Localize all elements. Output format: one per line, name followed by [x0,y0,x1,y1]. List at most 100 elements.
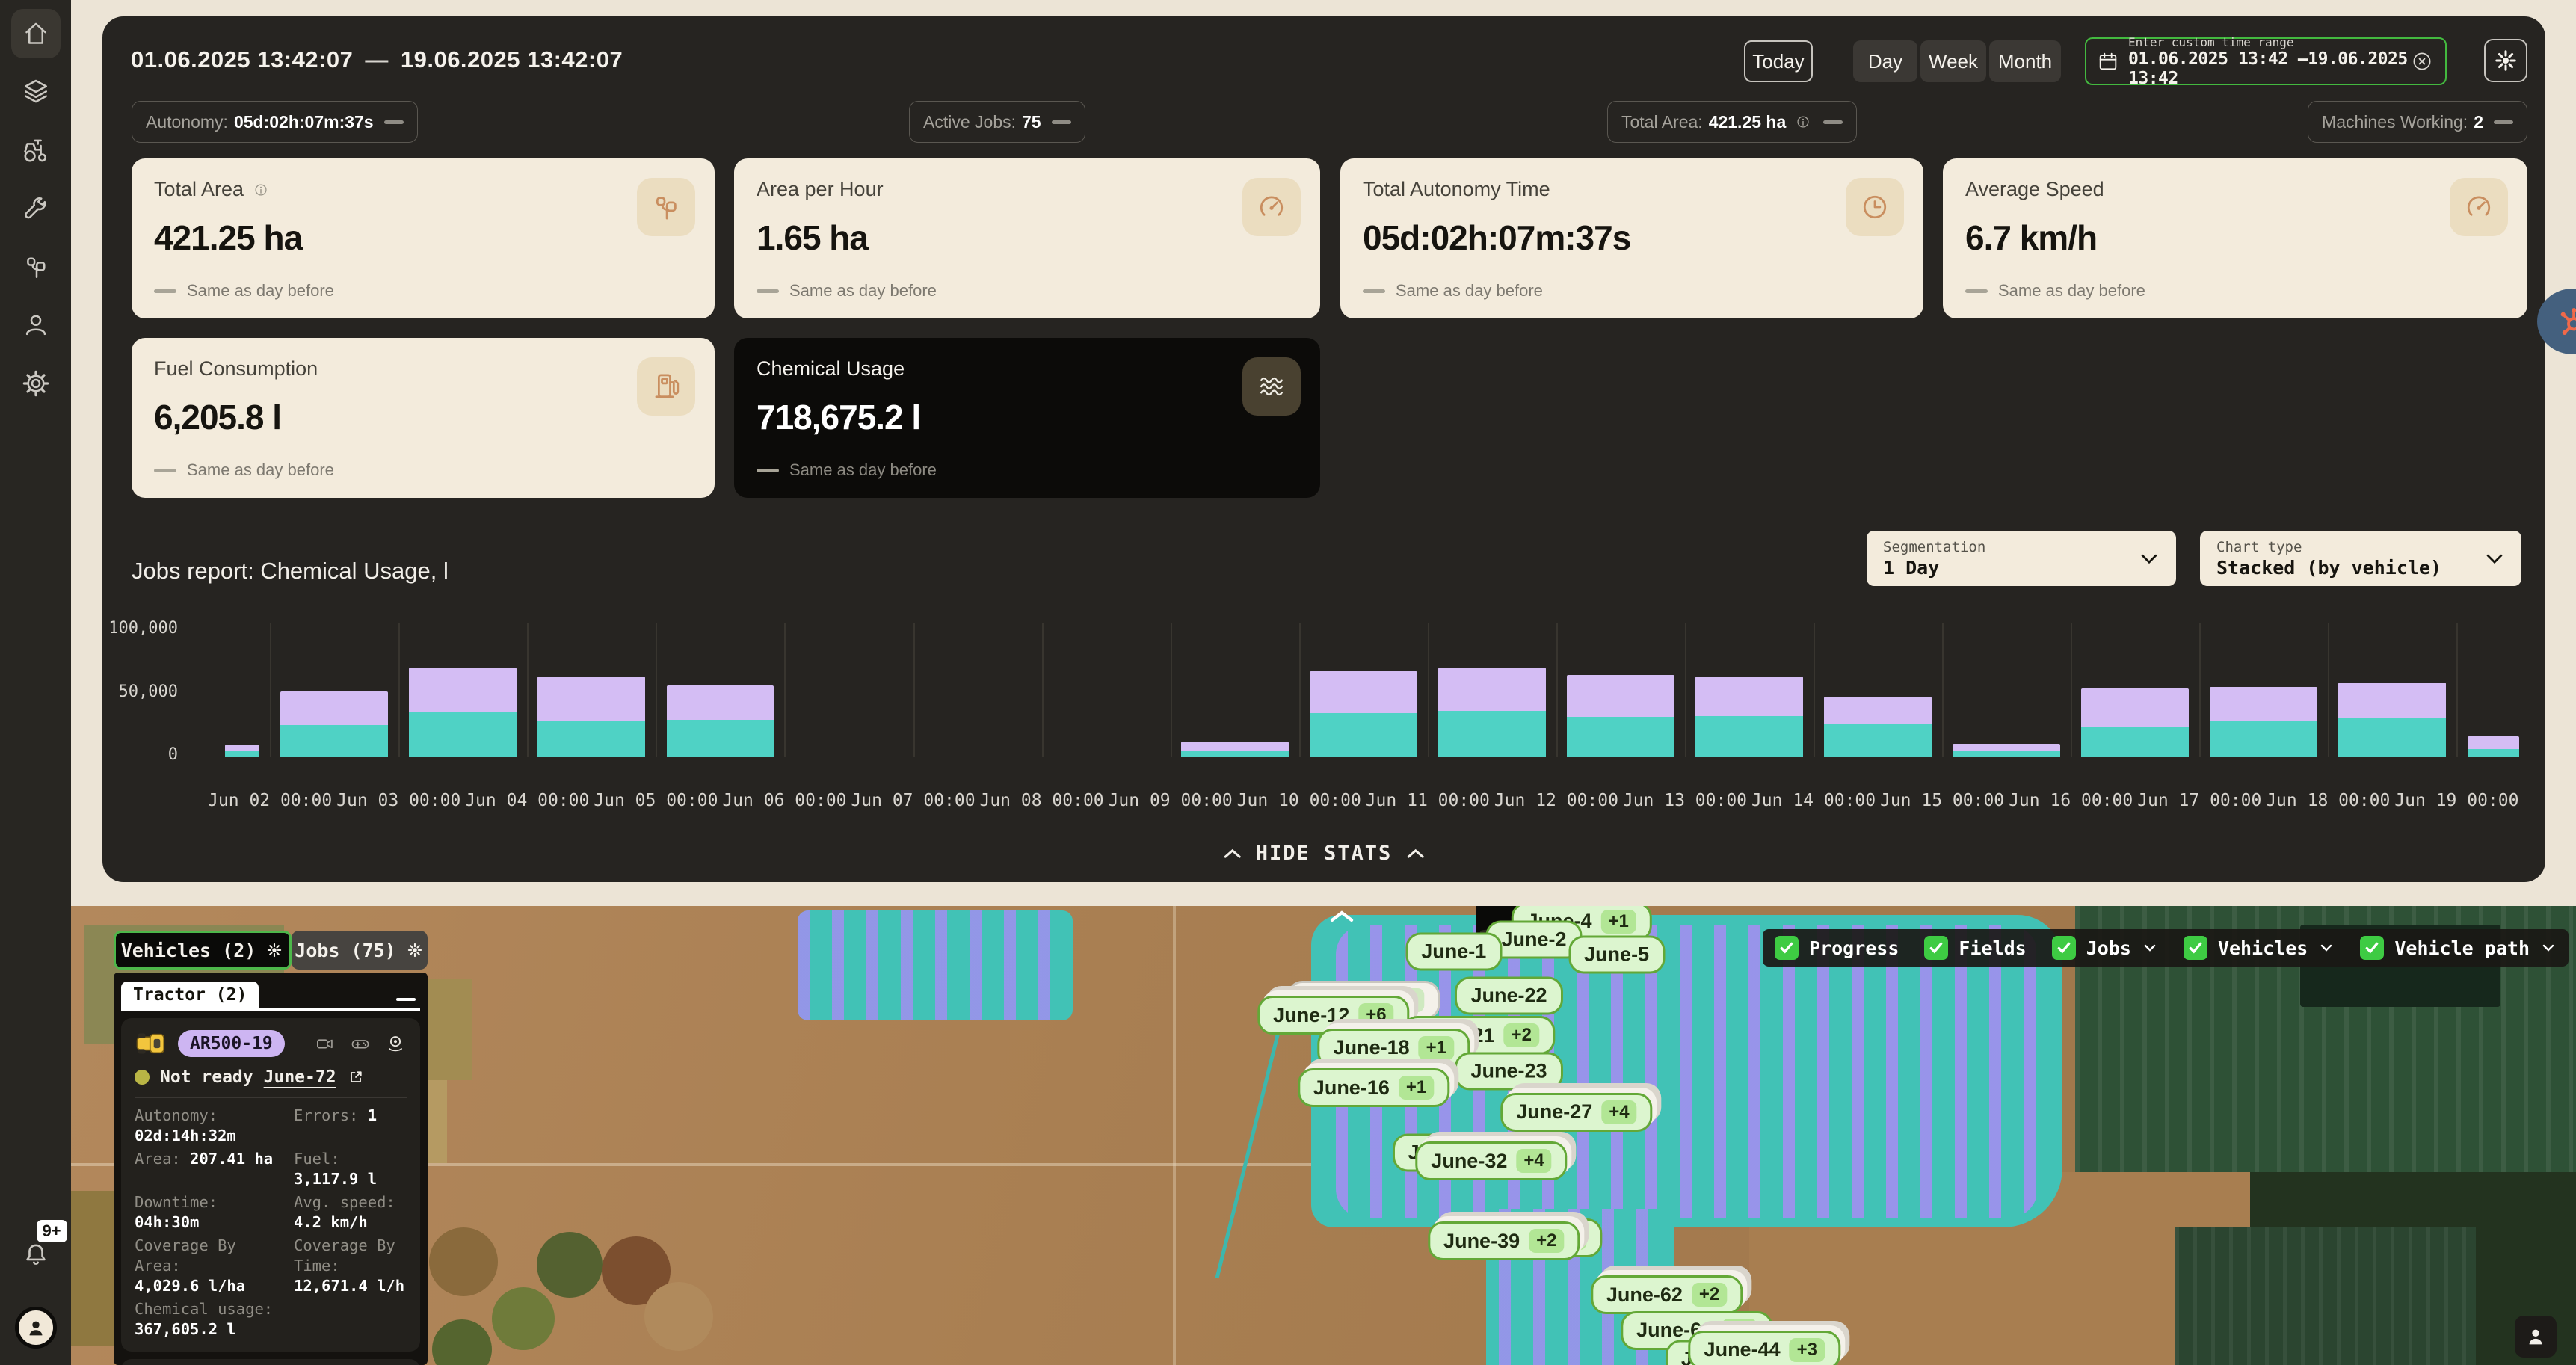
map[interactable]: June-4+1June-2June-1June-5June-22June-14… [71,906,2576,1365]
pill-dash-icon [1052,120,1071,124]
x-axis-tick: Jun 12 00:00 [1494,791,1618,810]
bar-segment-AR500-19 [537,677,645,721]
map-job-label-June-5[interactable]: June-5 [1568,936,1665,974]
today-button[interactable]: Today [1744,40,1813,82]
hide-stats-button[interactable]: HIDE STATS [1223,842,1426,865]
card-title: Total Area [154,178,244,201]
card-title: Chemical Usage [757,357,905,380]
camera-icon[interactable] [314,1034,336,1053]
info-icon[interactable] [1793,112,1813,132]
stat-label: Area: [135,1150,181,1168]
tab-vehicles[interactable]: Vehicles (2) [114,931,292,970]
map-collapse-chevron-icon[interactable] [1328,909,1355,924]
chart-gridline [1556,623,1558,757]
stat-value: 12,671.4 l/h [294,1276,407,1296]
map-job-label-June-32[interactable]: June-32+4 [1415,1141,1567,1180]
user-avatar[interactable] [15,1307,57,1349]
speedometer-icon [1255,191,1288,224]
bar-segment-AR500-20 [2338,718,2446,757]
map-job-label-June-27[interactable]: June-27+4 [1500,1093,1652,1132]
map-crop-circle [644,1282,713,1351]
dashboard-settings-button[interactable] [2484,39,2527,82]
toggle-progress[interactable]: Progress [1775,936,1899,960]
chart-gridline [1171,623,1172,757]
home-icon [21,19,51,49]
notification-badge: 9+ [37,1220,67,1242]
summary-pill-machines-working[interactable]: Machines Working:2 [2308,101,2527,143]
day-button[interactable]: Day [1853,40,1917,82]
map-job-label-June-1[interactable]: June-1 [1405,932,1502,970]
external-link-icon[interactable] [347,1068,365,1086]
bar-segment-AR500-20 [537,721,645,757]
summary-pill-total-area[interactable]: Total Area:421.25 ha [1607,101,1857,143]
gamepad-icon[interactable] [348,1034,372,1053]
map-job-label-June-39[interactable]: June-39+2 [1428,1221,1580,1260]
week-button[interactable]: Week [1920,40,1986,82]
checkbox-checked-icon[interactable] [2184,936,2207,960]
map-crop-circle [537,1232,603,1298]
stat-value: 4,029.6 l/ha [135,1276,288,1296]
gear-icon [21,369,51,398]
toggle-vehicles[interactable]: Vehicles [2184,936,2335,960]
vehicle-card[interactable]: AR500-20 Not ready June-72 Autonomy:02d:… [121,1359,420,1365]
street-view-button[interactable] [2515,1316,2557,1358]
info-icon[interactable] [251,180,271,200]
x-axis-tick: Jun 06 00:00 [722,791,846,810]
job-label-text: June-62 [1606,1284,1683,1307]
x-axis-tick: Jun 03 00:00 [336,791,460,810]
waves-icon [1255,370,1288,403]
job-link[interactable]: June-72 [264,1067,336,1087]
bar-segment-AR500-19 [409,668,517,712]
sidebar-item-settings[interactable] [11,359,61,408]
tab-jobs[interactable]: Jobs (75) [292,931,428,970]
checkbox-checked-icon[interactable] [2052,936,2076,960]
map-job-label-June-18[interactable]: June-18+1 [1318,1029,1470,1067]
toggle-fields[interactable]: Fields [1924,936,2026,960]
sidebar-item-users[interactable] [11,301,61,350]
map-job-label-June-16[interactable]: June-16+1 [1298,1068,1449,1107]
card-value: 718,675.2 l [757,397,1298,437]
sidebar-item-vehicles[interactable] [11,126,61,175]
toggle-vehicle-path[interactable]: Vehicle path [2360,936,2557,960]
stat-value: 1 [368,1106,377,1124]
toggle-jobs[interactable]: Jobs [2052,936,2158,960]
checkbox-checked-icon[interactable] [2360,936,2384,960]
job-label-count-badge: +1 [1419,1036,1454,1060]
checkbox-checked-icon[interactable] [1775,936,1799,960]
x-axis-tick: Jun 04 00:00 [465,791,589,810]
segmentation-dropdown[interactable]: Segmentation1 Day [1867,531,2176,586]
sidebar-item-home[interactable] [11,9,61,58]
checkbox-checked-icon[interactable] [1924,936,1948,960]
month-button[interactable]: Month [1989,40,2061,82]
chart-gridline [1814,623,1815,757]
vehicle-card[interactable]: AR500-19 Not ready June-72 Autonomy:02d:… [121,1018,420,1352]
summary-pill-autonomy[interactable]: Autonomy:05d:02h:07m:37s [132,101,418,143]
notifications-button[interactable]: 9+ [20,1239,52,1271]
job-label-count-badge: +1 [1399,1076,1434,1100]
chart-bar-Jun 09 [1181,742,1289,757]
pill-label: Autonomy: [146,112,228,132]
stat-card-fuel-consumption: Fuel Consumption 6,205.8 l Same as day b… [132,338,715,498]
sidebar-item-layers[interactable] [11,67,61,117]
map-job-label-June-23[interactable]: June-23 [1455,1053,1562,1091]
custom-time-range-input[interactable]: Enter custom time range 01.06.2025 13:42… [2085,37,2447,85]
sidebar-item-maintenance[interactable] [11,184,61,233]
chart-type-dropdown[interactable]: Chart typeStacked (by vehicle) [2200,531,2521,586]
sidebar-nav: 9+ [0,0,71,1365]
sprocket-logo-icon [2557,305,2576,338]
sidebar-item-fields[interactable] [11,242,61,292]
map-job-label-June-22[interactable]: June-22 [1455,976,1562,1014]
map-job-label-June-44[interactable]: June-44+3 [1689,1331,1840,1365]
chart-bar-Jun 11 [1438,668,1546,757]
job-label-text: June-32 [1431,1150,1507,1173]
chart-gridline [784,623,786,757]
vehicle-group-chip[interactable]: Tractor (2) [121,982,259,1008]
map-job-label-June-62[interactable]: June-62+2 [1591,1275,1743,1314]
summary-pill-active-jobs[interactable]: Active Jobs:75 [909,101,1085,143]
bar-segment-AR500-20 [280,725,388,757]
bar-segment-AR500-19 [1567,675,1674,717]
collapse-dash-icon[interactable] [396,998,416,1001]
live-location-icon[interactable] [384,1032,407,1055]
clear-icon[interactable] [2409,49,2435,74]
x-axis-tick: Jun 10 00:00 [1237,791,1361,810]
